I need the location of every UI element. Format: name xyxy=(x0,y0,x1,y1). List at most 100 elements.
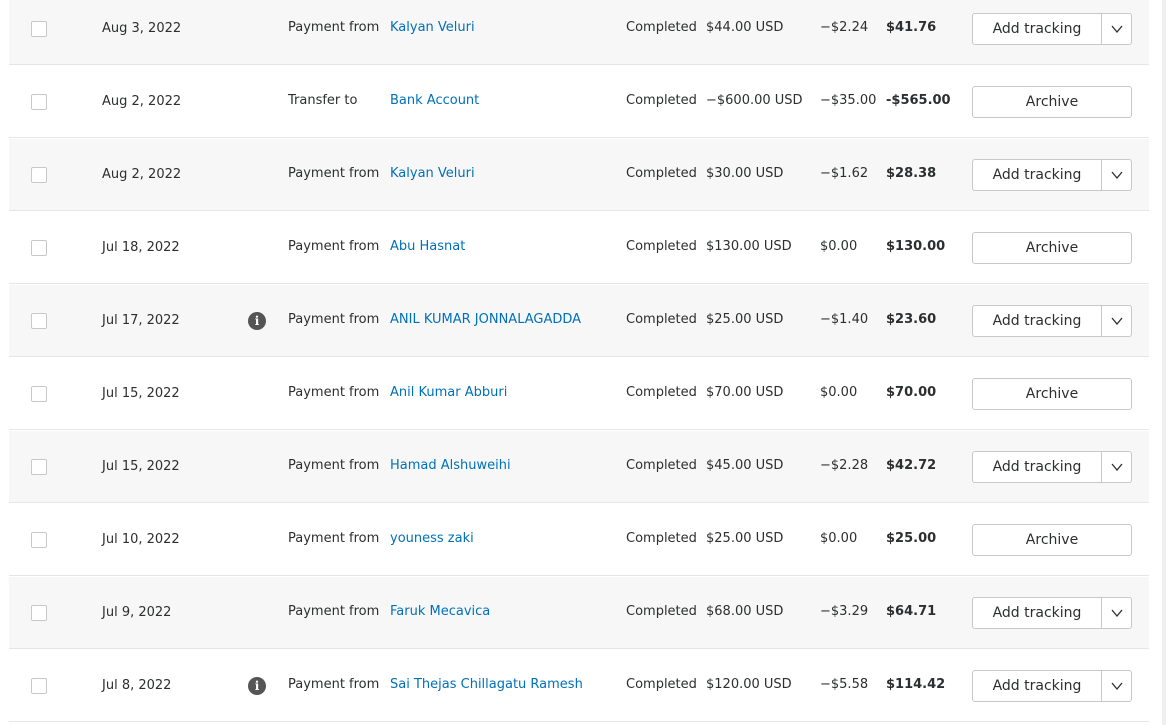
transaction-row[interactable]: Jul 15, 2022 Payment from Anil Kumar Abbur… xyxy=(9,358,1149,430)
row-select-checkbox[interactable] xyxy=(31,677,47,694)
transaction-status: Completed xyxy=(626,676,697,692)
add-tracking-button[interactable]: Add tracking xyxy=(973,306,1101,336)
action-button-group: Archive xyxy=(972,523,1132,556)
add-tracking-button[interactable]: Add tracking xyxy=(973,598,1101,628)
transaction-row[interactable]: Jul 10, 2022 Payment from youness zaki Comp… xyxy=(9,504,1149,576)
row-select-checkbox[interactable] xyxy=(31,166,47,183)
net-amount: -$565.00 xyxy=(886,92,951,108)
counterparty-link[interactable]: Kalyan Veluri xyxy=(390,166,475,181)
action-button-group: Archive xyxy=(972,231,1132,264)
transaction-type: Payment from xyxy=(288,311,380,327)
counterparty-link[interactable]: Kalyan Veluri xyxy=(390,20,475,35)
action-button-group: Add tracking xyxy=(972,450,1132,483)
fee-amount: $0.00 xyxy=(820,384,858,400)
gross-amount: $25.00 USD xyxy=(706,530,784,546)
transaction-status: Completed xyxy=(626,530,697,546)
transaction-date: Jul 8, 2022 xyxy=(102,677,172,693)
add-tracking-button[interactable]: Add tracking xyxy=(973,14,1101,44)
transaction-row[interactable]: Jul 9, 2022 Payment from Faruk Mecavica Com… xyxy=(9,577,1149,649)
row-select-checkbox[interactable] xyxy=(31,20,47,37)
transaction-status: Completed xyxy=(626,311,697,327)
chevron-down-icon xyxy=(1111,171,1122,179)
counterparty-link[interactable]: Hamad Alshuweihi xyxy=(390,458,511,473)
fee-amount: −$2.24 xyxy=(820,19,869,35)
net-amount: $130.00 xyxy=(886,238,946,254)
action-menu-toggle[interactable] xyxy=(1101,13,1131,44)
row-select-checkbox[interactable] xyxy=(31,604,47,621)
transaction-type: Payment from xyxy=(288,530,380,546)
transaction-row[interactable]: Aug 2, 2022 Payment from Kalyan Veluri Comp… xyxy=(9,139,1149,211)
row-select-checkbox[interactable] xyxy=(31,312,47,329)
transaction-type: Payment from xyxy=(288,603,380,619)
net-amount: $42.72 xyxy=(886,457,937,473)
transaction-status: Completed xyxy=(626,603,697,619)
transaction-row[interactable]: Jul 15, 2022 Payment from Hamad Alshuweihi… xyxy=(9,431,1149,503)
row-select-checkbox[interactable] xyxy=(31,239,47,256)
fee-amount: −$3.29 xyxy=(820,603,869,619)
action-button-group: Add tracking xyxy=(972,669,1132,702)
net-amount: $41.76 xyxy=(886,19,937,35)
net-amount: $64.71 xyxy=(886,603,937,619)
counterparty-link[interactable]: ANIL KUMAR JONNALAGADDA xyxy=(390,312,581,327)
action-button-group: Add tracking xyxy=(972,12,1132,45)
transaction-status: Completed xyxy=(626,238,697,254)
archive-button[interactable]: Archive xyxy=(973,87,1131,117)
row-select-checkbox[interactable] xyxy=(31,93,47,110)
chevron-down-icon xyxy=(1111,25,1122,33)
counterparty-link[interactable]: youness zaki xyxy=(390,531,474,546)
archive-button[interactable]: Archive xyxy=(973,525,1131,555)
transaction-date: Jul 15, 2022 xyxy=(102,385,180,401)
transaction-row[interactable]: Jul 8, 2022 i Payment from Sai Thejas Chill… xyxy=(9,650,1149,722)
transaction-type: Payment from xyxy=(288,19,380,35)
action-menu-toggle[interactable] xyxy=(1101,670,1131,701)
row-select-checkbox[interactable] xyxy=(31,531,47,548)
counterparty-link[interactable]: Bank Account xyxy=(390,93,479,108)
transaction-date: Aug 3, 2022 xyxy=(102,20,182,36)
counterparty-link[interactable]: Anil Kumar Abburi xyxy=(390,385,507,400)
action-button-group: Archive xyxy=(972,85,1132,118)
counterparty-link[interactable]: Sai Thejas Chillagatu Ramesh xyxy=(390,677,583,692)
transaction-row[interactable]: Aug 2, 2022 Transfer to Bank Account Comple… xyxy=(9,66,1149,138)
fee-amount: $0.00 xyxy=(820,238,858,254)
add-tracking-button[interactable]: Add tracking xyxy=(973,671,1101,701)
transaction-row[interactable]: Jul 17, 2022 i Payment from ANIL KUMAR JONN… xyxy=(9,285,1149,357)
transaction-type: Payment from xyxy=(288,238,380,254)
scrollbar[interactable] xyxy=(1162,0,1166,725)
gross-amount: $130.00 USD xyxy=(706,238,792,254)
add-tracking-button[interactable]: Add tracking xyxy=(973,452,1101,482)
transaction-list: Aug 3, 2022 Payment from Kalyan Veluri Comp… xyxy=(0,0,1166,725)
archive-button[interactable]: Archive xyxy=(973,233,1131,263)
transaction-date: Jul 9, 2022 xyxy=(102,604,172,620)
gross-amount: −$600.00 USD xyxy=(706,92,803,108)
row-select-checkbox[interactable] xyxy=(31,385,47,402)
gross-amount: $44.00 USD xyxy=(706,19,784,35)
chevron-down-icon xyxy=(1111,317,1122,325)
net-amount: $23.60 xyxy=(886,311,937,327)
transaction-row[interactable]: Jul 18, 2022 Payment from Abu Hasnat Comple… xyxy=(9,212,1149,284)
transaction-type: Payment from xyxy=(288,457,380,473)
fee-amount: −$5.58 xyxy=(820,676,869,692)
gross-amount: $68.00 USD xyxy=(706,603,784,619)
transaction-status: Completed xyxy=(626,165,697,181)
transaction-type: Transfer to xyxy=(288,92,358,108)
transaction-date: Jul 15, 2022 xyxy=(102,458,180,474)
gross-amount: $120.00 USD xyxy=(706,676,792,692)
add-tracking-button[interactable]: Add tracking xyxy=(973,160,1101,190)
transaction-row[interactable]: Aug 3, 2022 Payment from Kalyan Veluri Comp… xyxy=(9,0,1149,65)
counterparty-link[interactable]: Abu Hasnat xyxy=(390,239,465,254)
row-select-checkbox[interactable] xyxy=(31,458,47,475)
action-menu-toggle[interactable] xyxy=(1101,451,1131,482)
action-menu-toggle[interactable] xyxy=(1101,597,1131,628)
counterparty-link[interactable]: Faruk Mecavica xyxy=(390,604,490,619)
transaction-status: Completed xyxy=(626,92,697,108)
fee-amount: $0.00 xyxy=(820,530,858,546)
transaction-status: Completed xyxy=(626,457,697,473)
info-icon[interactable]: i xyxy=(248,311,266,330)
gross-amount: $30.00 USD xyxy=(706,165,784,181)
transaction-type: Payment from xyxy=(288,676,380,692)
archive-button[interactable]: Archive xyxy=(973,379,1131,409)
transaction-type: Payment from xyxy=(288,384,380,400)
info-icon[interactable]: i xyxy=(248,676,266,695)
action-menu-toggle[interactable] xyxy=(1101,305,1131,336)
action-menu-toggle[interactable] xyxy=(1101,159,1131,190)
